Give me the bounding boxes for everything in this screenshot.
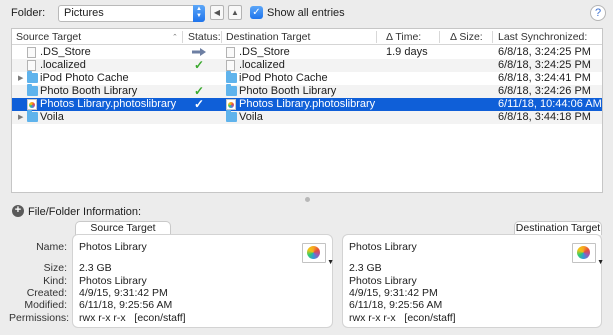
split-divider-handle[interactable] xyxy=(305,197,310,202)
source-modified-value: 6/11/18, 9:25:56 AM xyxy=(79,299,173,311)
destination-target-cell: .DS_Store xyxy=(239,46,290,58)
show-all-label[interactable]: Show all entries xyxy=(267,7,345,19)
help-button[interactable]: ? xyxy=(590,5,606,21)
col-destination-target[interactable]: Destination Target xyxy=(226,31,310,43)
last-synchronized-cell: 6/8/18, 3:24:25 PM xyxy=(498,46,591,58)
source-name-value: Photos Library xyxy=(79,241,147,253)
add-circle-icon[interactable]: + xyxy=(12,205,24,217)
table-header: Source Target ⌃ Status: Destination Targ… xyxy=(12,29,602,45)
up-button[interactable]: ▲ xyxy=(228,5,242,20)
tab-destination-target[interactable]: Destination Target xyxy=(514,221,602,235)
sync-table[interactable]: Source Target ⌃ Status: Destination Targ… xyxy=(11,28,603,193)
source-size-value: 2.3 GB xyxy=(79,262,112,274)
source-target-cell: Photos Library.photoslibrary xyxy=(40,98,177,110)
table-row[interactable]: .DS_Store .DS_Store 1.9 days 6/8/18, 3:24:2… xyxy=(12,46,602,59)
destination-target-cell: Photo Booth Library xyxy=(239,85,337,97)
destination-target-cell: Photos Library.photoslibrary xyxy=(239,98,376,110)
modified-label: Modified: xyxy=(24,299,67,311)
document-icon xyxy=(27,47,36,58)
folder-icon xyxy=(226,84,237,96)
arrow-right-icon xyxy=(192,48,206,56)
destination-name-value: Photos Library xyxy=(349,241,417,253)
table-row[interactable]: ▶ iPod Photo Cache iPod Photo Cache 6/8/18,… xyxy=(12,71,602,85)
table-row[interactable]: Photos Library.photoslibrary ✓ Photos Libr… xyxy=(12,98,602,111)
destination-target-cell: iPod Photo Cache xyxy=(239,72,328,84)
document-icon xyxy=(27,60,36,71)
table-row[interactable]: Photo Booth Library ✓ Photo Booth Library 6… xyxy=(12,84,602,98)
destination-created-value: 4/9/15, 9:31:42 PM xyxy=(349,287,438,299)
photos-flower-icon xyxy=(307,246,320,259)
destination-kind-value: Photos Library xyxy=(349,275,417,287)
source-target-cell: Voila xyxy=(40,111,64,123)
last-synchronized-cell: 6/8/18, 3:44:18 PM xyxy=(498,111,591,123)
col-source-target[interactable]: Source Target xyxy=(16,31,81,43)
last-synchronized-cell: 6/8/18, 3:24:26 PM xyxy=(498,85,591,97)
column-divider xyxy=(492,31,493,43)
column-divider xyxy=(439,31,440,43)
source-permissions-value: rwx r-x r-x [econ/staff] xyxy=(79,312,186,324)
info-header: File/Folder Information: xyxy=(28,206,142,218)
triangle-up-icon: ▲ xyxy=(231,8,239,17)
size-label: Size: xyxy=(43,262,67,274)
destination-target-cell: Voila xyxy=(239,111,263,123)
triangle-left-icon: ◀ xyxy=(213,8,221,17)
destination-size-value: 2.3 GB xyxy=(349,262,382,274)
permissions-label: Permissions: xyxy=(9,312,70,324)
source-created-value: 4/9/15, 9:31:42 PM xyxy=(79,287,168,299)
table-row[interactable]: ▶ Voila Voila 6/8/18, 3:44:18 PM xyxy=(12,110,602,124)
source-target-cell: iPod Photo Cache xyxy=(40,72,129,84)
source-target-cell: .localized xyxy=(40,59,86,71)
photos-library-icon[interactable]: ▼ xyxy=(572,243,604,266)
disclosure-triangle-icon[interactable]: ▶ xyxy=(18,111,23,124)
last-synchronized-cell: 6/8/18, 3:24:25 PM xyxy=(498,59,591,71)
folder-icon xyxy=(226,110,237,122)
last-synchronized-cell: 6/11/18, 10:44:06 AM xyxy=(498,98,602,110)
tab-source-target[interactable]: Source Target xyxy=(75,221,171,235)
photos-library-icon[interactable]: ▼ xyxy=(302,243,334,266)
last-synchronized-cell: 6/8/18, 3:24:41 PM xyxy=(498,72,591,84)
folder-label: Folder: xyxy=(11,7,46,19)
checkmark-icon: ✓ xyxy=(194,97,205,111)
folder-icon xyxy=(27,84,38,96)
chevron-updown-icon: ▲ ▼ xyxy=(193,5,205,22)
document-icon xyxy=(226,47,235,58)
folder-select[interactable]: Pictures ▲ ▼ xyxy=(58,5,205,22)
delta-time-cell: 1.9 days xyxy=(386,46,428,58)
column-divider xyxy=(376,31,377,43)
folder-icon xyxy=(226,71,237,83)
document-icon xyxy=(226,60,235,71)
destination-modified-value: 6/11/18, 9:25:56 AM xyxy=(349,299,443,311)
col-delta-size[interactable]: Δ Size: xyxy=(450,31,483,43)
disclosure-triangle-icon[interactable]: ▶ xyxy=(18,72,23,85)
caret-down-icon: ▼ xyxy=(327,259,334,266)
back-button[interactable]: ◀ xyxy=(210,5,224,20)
column-divider xyxy=(221,31,222,43)
destination-target-cell: .localized xyxy=(239,59,285,71)
source-kind-value: Photos Library xyxy=(79,275,147,287)
destination-permissions-value: rwx r-x r-x [econ/staff] xyxy=(349,312,456,324)
photos-library-icon xyxy=(27,99,37,110)
col-delta-time[interactable]: Δ Time: xyxy=(386,31,421,43)
source-target-cell: .DS_Store xyxy=(40,46,91,58)
caret-down-icon: ▼ xyxy=(597,259,604,266)
name-label: Name: xyxy=(36,241,67,253)
created-label: Created: xyxy=(26,287,67,299)
col-last-synchronized[interactable]: Last Synchronized: xyxy=(498,31,587,43)
photos-library-icon xyxy=(226,99,236,110)
col-status[interactable]: Status: xyxy=(188,31,221,43)
kind-label: Kind: xyxy=(43,275,67,287)
show-all-checkbox[interactable]: ✓ xyxy=(250,6,263,19)
photos-flower-icon xyxy=(577,246,590,259)
checkmark-icon: ✓ xyxy=(194,58,205,72)
folder-icon xyxy=(27,71,38,83)
table-row[interactable]: .localized ✓ .localized 6/8/18, 3:24:25 PM xyxy=(12,59,602,72)
folder-icon xyxy=(27,110,38,122)
source-target-cell: Photo Booth Library xyxy=(40,85,138,97)
folder-select-value: Pictures xyxy=(64,7,104,19)
column-divider xyxy=(182,31,183,43)
sort-chevron-icon: ⌃ xyxy=(172,34,178,41)
